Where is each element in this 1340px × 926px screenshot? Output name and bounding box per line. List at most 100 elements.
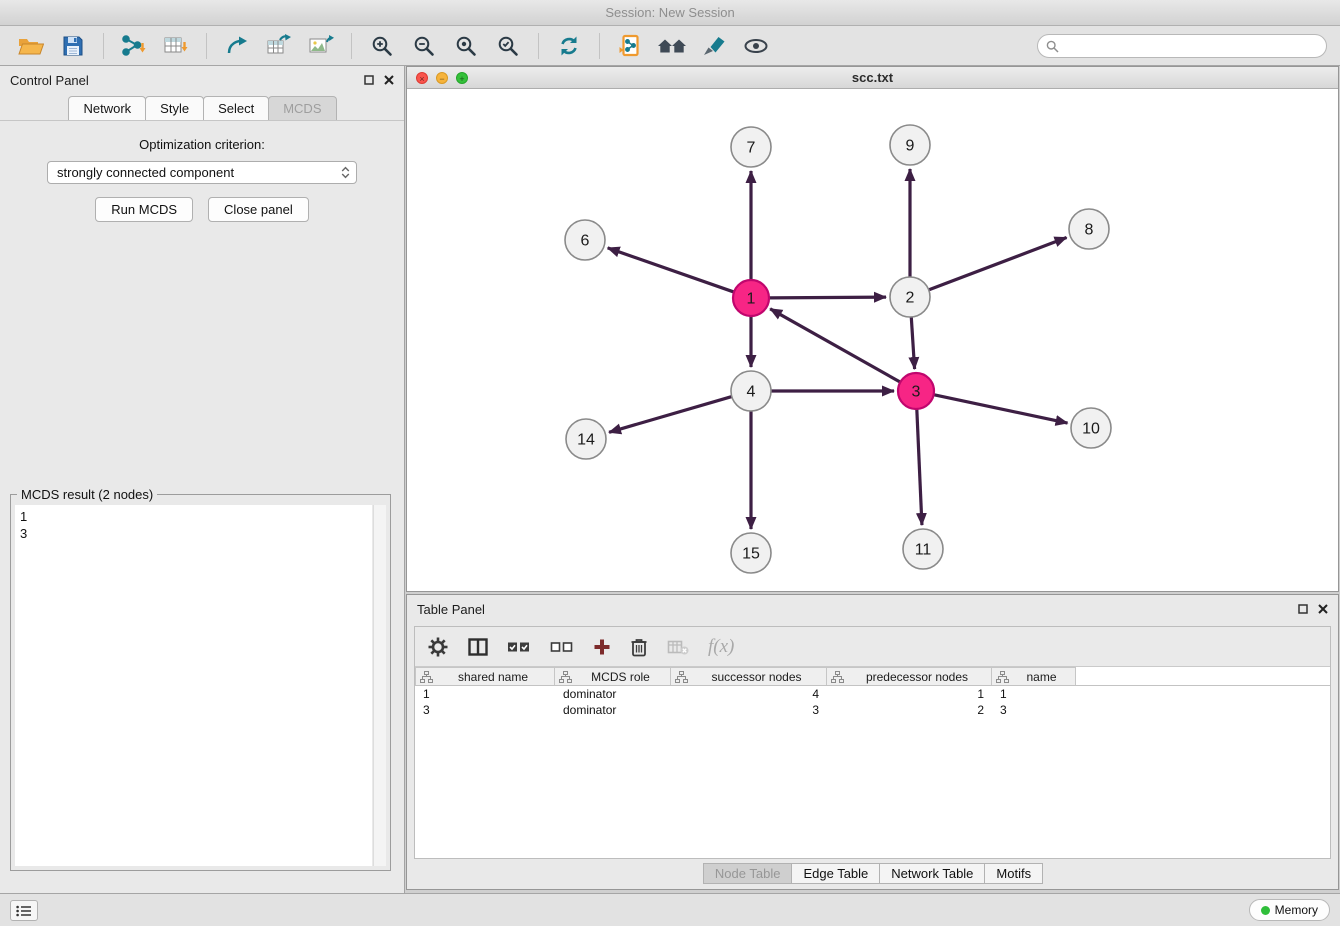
network-edge-2-8[interactable] xyxy=(929,238,1067,290)
close-panel-icon[interactable] xyxy=(384,75,394,85)
table-cell[interactable]: 3 xyxy=(415,702,555,718)
network-node-10[interactable]: 10 xyxy=(1071,408,1111,448)
column-header-label: MCDS role xyxy=(575,670,666,684)
column-header-successor-nodes[interactable]: successor nodes xyxy=(671,667,827,685)
zoom-out-button[interactable] xyxy=(408,30,440,62)
import-network-button[interactable] xyxy=(118,30,150,62)
open-session-button[interactable] xyxy=(15,30,47,62)
table-cell[interactable]: 3 xyxy=(671,702,827,718)
select-stepper-icon xyxy=(341,166,350,179)
zoom-fit-button[interactable] xyxy=(450,30,482,62)
network-edge-3-10[interactable] xyxy=(934,395,1068,423)
network-node-6[interactable]: 6 xyxy=(565,220,605,260)
network-node-11[interactable]: 11 xyxy=(903,529,943,569)
close-panel-icon[interactable] xyxy=(1318,604,1328,614)
column-header-label: successor nodes xyxy=(691,670,822,684)
add-column-icon[interactable] xyxy=(593,638,611,656)
graphics-details-button[interactable] xyxy=(740,30,772,62)
network-window-title: scc.txt xyxy=(407,70,1338,85)
table-row[interactable]: 1dominator411 xyxy=(415,686,1330,702)
deselect-all-icon[interactable] xyxy=(550,639,574,655)
network-edge-2-3[interactable] xyxy=(911,317,914,369)
window-title-bar[interactable]: Session: New Session xyxy=(0,0,1340,26)
table-cell[interactable]: dominator xyxy=(555,686,671,702)
panel-menu-button[interactable] xyxy=(10,900,38,921)
run-mcds-button[interactable]: Run MCDS xyxy=(95,197,193,222)
network-search-box[interactable] xyxy=(1037,34,1327,58)
toolbar-separator xyxy=(206,33,207,59)
style-button[interactable] xyxy=(698,30,730,62)
criterion-select[interactable]: strongly connected component xyxy=(47,161,357,184)
table-cell[interactable]: 4 xyxy=(671,686,827,702)
network-node-9[interactable]: 9 xyxy=(890,125,930,165)
column-header-name[interactable]: name xyxy=(992,667,1076,685)
tab-node-table[interactable]: Node Table xyxy=(703,863,793,884)
network-edge-1-2[interactable] xyxy=(769,297,886,298)
memory-button[interactable]: Memory xyxy=(1249,899,1330,921)
header-filler xyxy=(1076,667,1330,685)
column-type-icon xyxy=(996,671,1009,683)
tab-motifs[interactable]: Motifs xyxy=(984,863,1043,884)
select-all-icon[interactable] xyxy=(507,639,531,655)
tab-network[interactable]: Network xyxy=(68,96,146,120)
zoom-out-icon xyxy=(412,34,436,58)
zoom-in-button[interactable] xyxy=(366,30,398,62)
float-panel-icon[interactable] xyxy=(1298,604,1308,614)
table-cell[interactable]: 3 xyxy=(992,702,1076,718)
new-table-button[interactable] xyxy=(263,30,295,62)
network-node-8[interactable]: 8 xyxy=(1069,209,1109,249)
network-node-2[interactable]: 2 xyxy=(890,277,930,317)
tab-network-table[interactable]: Network Table xyxy=(879,863,985,884)
table-cell[interactable]: 1 xyxy=(827,686,992,702)
import-table-button[interactable] xyxy=(160,30,192,62)
close-panel-button[interactable]: Close panel xyxy=(208,197,309,222)
new-network-button[interactable] xyxy=(221,30,253,62)
tab-select[interactable]: Select xyxy=(203,96,269,120)
mcds-result-title: MCDS result (2 nodes) xyxy=(17,487,157,502)
tab-edge-table[interactable]: Edge Table xyxy=(791,863,880,884)
network-node-15[interactable]: 15 xyxy=(731,533,771,573)
column-header-predecessor-nodes[interactable]: predecessor nodes xyxy=(827,667,992,685)
table-cell[interactable]: 2 xyxy=(827,702,992,718)
control-panel-title: Control Panel xyxy=(10,73,364,88)
tab-style[interactable]: Style xyxy=(145,96,204,120)
table-cell[interactable]: 1 xyxy=(992,686,1076,702)
zoom-selected-button[interactable] xyxy=(492,30,524,62)
function-builder-icon[interactable]: f(x) xyxy=(708,636,734,658)
node-label: 2 xyxy=(906,290,915,307)
network-edge-3-11[interactable] xyxy=(917,409,922,525)
homes-button[interactable] xyxy=(656,30,688,62)
trash-icon[interactable] xyxy=(630,637,648,657)
network-node-14[interactable]: 14 xyxy=(566,419,606,459)
mcds-tab-content: Optimization criterion: strongly connect… xyxy=(0,121,404,222)
columns-icon[interactable] xyxy=(468,638,488,656)
network-node-7[interactable]: 7 xyxy=(731,127,771,167)
table-cell[interactable]: dominator xyxy=(555,702,671,718)
column-header-mcds-role[interactable]: MCDS role xyxy=(555,667,671,685)
gear-icon[interactable] xyxy=(427,636,449,658)
network-node-1[interactable]: 1 xyxy=(733,280,769,316)
tab-mcds[interactable]: MCDS xyxy=(268,96,336,120)
network-canvas[interactable]: 7 9 6 8 1 2 4 3 14 10 15 11 xyxy=(407,89,1338,591)
network-edge-3-1[interactable] xyxy=(770,309,900,382)
network-edge-1-6[interactable] xyxy=(608,248,734,292)
apply-layout-button[interactable] xyxy=(553,30,585,62)
save-session-button[interactable] xyxy=(57,30,89,62)
result-line: 3 xyxy=(20,525,367,542)
network-report-button[interactable] xyxy=(614,30,646,62)
mcds-result-text[interactable]: 13 xyxy=(15,505,372,866)
table-cell[interactable]: 1 xyxy=(415,686,555,702)
result-scrollbar[interactable] xyxy=(373,505,386,866)
table-arrow-icon xyxy=(266,34,292,58)
delete-table-icon[interactable] xyxy=(667,638,689,656)
network-edge-4-14[interactable] xyxy=(609,397,732,433)
network-node-4[interactable]: 4 xyxy=(731,371,771,411)
export-image-button[interactable] xyxy=(305,30,337,62)
network-window-titlebar[interactable]: scc.txt × − + xyxy=(407,67,1338,89)
table-row[interactable]: 3dominator323 xyxy=(415,702,1330,718)
table-header-row: shared name MCDS role successor nodes prede… xyxy=(415,667,1330,686)
network-node-3[interactable]: 3 xyxy=(898,373,934,409)
column-header-shared-name[interactable]: shared name xyxy=(415,667,555,685)
search-input[interactable] xyxy=(1065,39,1318,54)
float-panel-icon[interactable] xyxy=(364,75,374,85)
